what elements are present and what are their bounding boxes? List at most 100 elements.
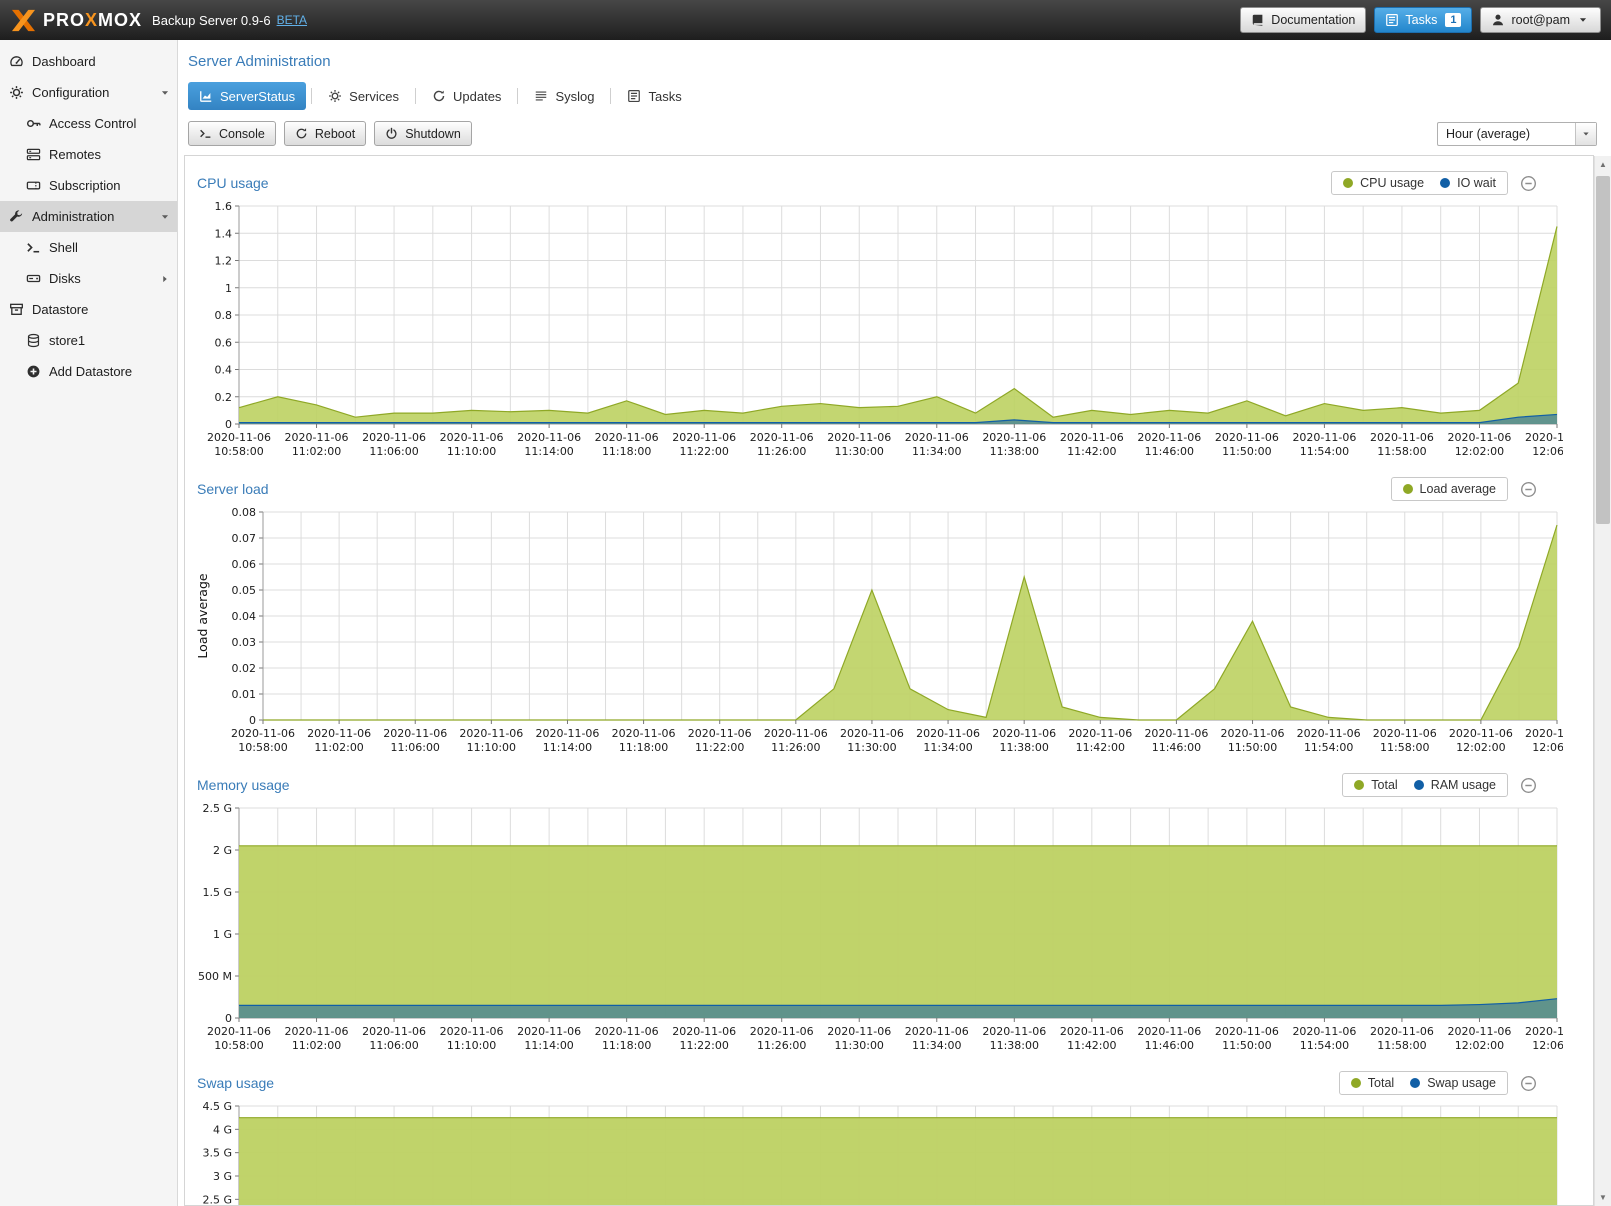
power-icon (385, 127, 398, 140)
svg-text:2020-11-06: 2020-11-06 (383, 727, 447, 740)
panel-title: CPU usage (197, 175, 269, 191)
svg-text:2020-11-06: 2020-11-06 (536, 727, 600, 740)
svg-text:0: 0 (225, 1012, 232, 1025)
svg-text:12:06:00: 12:06:00 (1532, 741, 1563, 754)
reboot-button[interactable]: Reboot (284, 121, 366, 146)
console-button[interactable]: Console (188, 121, 276, 146)
documentation-button[interactable]: Documentation (1240, 7, 1366, 33)
sidebar-item-label: Subscription (49, 178, 121, 193)
proxmox-mark-icon (10, 8, 37, 33)
sidebar-item-label: Dashboard (32, 54, 96, 69)
plus-circle-icon (26, 364, 41, 379)
scroll-down-button[interactable]: ▼ (1595, 1189, 1611, 1206)
tab-updates[interactable]: Updates (421, 82, 512, 110)
svg-text:11:14:00: 11:14:00 (524, 445, 573, 458)
legend-item-cpu-usage[interactable]: CPU usage (1343, 176, 1424, 190)
legend-dot (1440, 178, 1450, 188)
svg-text:11:06:00: 11:06:00 (391, 741, 440, 754)
sidebar-item-remotes[interactable]: Remotes (0, 139, 177, 170)
terminal-icon (199, 127, 212, 140)
svg-text:2020-11-06: 2020-11-06 (1370, 431, 1434, 444)
svg-text:11:50:00: 11:50:00 (1222, 445, 1271, 458)
legend-item-load-average[interactable]: Load average (1403, 482, 1496, 496)
svg-text:2020-11-06: 2020-11-06 (764, 727, 828, 740)
svg-text:11:34:00: 11:34:00 (923, 741, 972, 754)
sidebar-item-configuration[interactable]: Configuration (0, 77, 177, 108)
sidebar-item-datastore[interactable]: Datastore (0, 294, 177, 325)
svg-text:2020-11-06: 2020-11-06 (1525, 1025, 1563, 1038)
svg-text:11:22:00: 11:22:00 (679, 445, 728, 458)
chevron-down-icon[interactable] (158, 86, 172, 100)
chevron-down-icon[interactable] (158, 210, 172, 224)
user-menu-button[interactable]: root@pam (1480, 7, 1601, 33)
tab-syslog[interactable]: Syslog (523, 82, 605, 110)
svg-text:2020-11-06: 2020-11-06 (1525, 727, 1563, 740)
tasks-count-badge: 1 (1445, 13, 1461, 27)
legend-dot (1343, 178, 1353, 188)
legend-item-total[interactable]: Total (1351, 1076, 1394, 1090)
legend-item-ram-usage[interactable]: RAM usage (1414, 778, 1496, 792)
svg-text:2020-11-06: 2020-11-06 (827, 431, 891, 444)
svg-text:2020-11-06: 2020-11-06 (1215, 1025, 1279, 1038)
sidebar-item-add-datastore[interactable]: Add Datastore (0, 356, 177, 387)
tab-bar: ServerStatus Services Updates Syslog Tas… (178, 82, 1611, 110)
collapse-panel-button[interactable] (1520, 175, 1537, 192)
scroll-thumb[interactable] (1596, 176, 1610, 524)
chevron-down-icon (1580, 128, 1592, 140)
svg-text:2020-11-06: 2020-11-06 (750, 1025, 814, 1038)
shutdown-button[interactable]: Shutdown (374, 121, 472, 146)
sidebar-item-label: Configuration (32, 85, 109, 100)
svg-text:2020-11-06: 2020-11-06 (1370, 1025, 1434, 1038)
toolbar: Console Reboot Shutdown Hour (average) (178, 110, 1611, 155)
svg-text:11:34:00: 11:34:00 (912, 445, 961, 458)
combo-trigger[interactable] (1575, 123, 1596, 145)
sidebar-item-dashboard[interactable]: Dashboard (0, 46, 177, 77)
collapse-panel-button[interactable] (1520, 1075, 1537, 1092)
svg-text:2 G: 2 G (213, 844, 232, 857)
legend-item-swap-usage[interactable]: Swap usage (1410, 1076, 1496, 1090)
sidebar-item-store1[interactable]: store1 (0, 325, 177, 356)
svg-text:12:06:00: 12:06:00 (1532, 445, 1563, 458)
legend-dot (1354, 780, 1364, 790)
svg-text:2020-11-06: 2020-11-06 (1068, 727, 1132, 740)
beta-link[interactable]: BETA (277, 13, 307, 27)
swap-usage-panel: Swap usage Total Swap usage 0500 M1 G1.5… (193, 1068, 1585, 1206)
svg-text:2020-11-06: 2020-11-06 (1448, 1025, 1512, 1038)
svg-text:11:18:00: 11:18:00 (602, 445, 651, 458)
timerange-select[interactable]: Hour (average) (1437, 122, 1597, 146)
sidebar-item-administration[interactable]: Administration (0, 201, 177, 232)
sidebar-item-subscription[interactable]: Subscription (0, 170, 177, 201)
svg-text:2020-11-06: 2020-11-06 (1137, 431, 1201, 444)
svg-text:2020-11-06: 2020-11-06 (905, 1025, 969, 1038)
sidebar-item-access-control[interactable]: Access Control (0, 108, 177, 139)
chevron-down-icon (1576, 13, 1590, 27)
legend-item-io-wait[interactable]: IO wait (1440, 176, 1496, 190)
svg-text:2020-11-06: 2020-11-06 (207, 1025, 271, 1038)
collapse-panel-button[interactable] (1520, 777, 1537, 794)
proxmox-logo: PROXMOX (10, 8, 142, 33)
vertical-scrollbar[interactable]: ▲ ▼ (1594, 156, 1611, 1206)
tab-serverstatus[interactable]: ServerStatus (188, 82, 306, 110)
svg-text:2020-11-06: 2020-11-06 (1137, 1025, 1201, 1038)
svg-text:11:38:00: 11:38:00 (990, 1039, 1039, 1052)
tab-tasks[interactable]: Tasks (616, 82, 692, 110)
main-content: Server Administration ServerStatus Servi… (178, 40, 1611, 1206)
server-load-chart: 00.010.020.030.040.050.060.070.082020-11… (193, 504, 1563, 760)
svg-text:2020-11-06: 2020-11-06 (1448, 431, 1512, 444)
collapse-panel-button[interactable] (1520, 481, 1537, 498)
sidebar-item-label: Access Control (49, 116, 136, 131)
tab-services[interactable]: Services (317, 82, 410, 110)
panel-title: Memory usage (197, 777, 290, 793)
svg-text:2020-11-06: 2020-11-06 (285, 431, 349, 444)
legend-dot (1403, 484, 1413, 494)
svg-text:12:02:00: 12:02:00 (1455, 1039, 1504, 1052)
tasks-button[interactable]: Tasks 1 (1374, 7, 1472, 33)
sidebar-item-shell[interactable]: Shell (0, 232, 177, 263)
chart-legend: CPU usage IO wait (1331, 171, 1508, 195)
book-icon (1251, 13, 1265, 27)
sidebar-item-disks[interactable]: Disks (0, 263, 177, 294)
chevron-right-icon[interactable] (158, 272, 172, 286)
scroll-up-button[interactable]: ▲ (1595, 156, 1611, 173)
legend-item-total[interactable]: Total (1354, 778, 1397, 792)
svg-text:0: 0 (249, 714, 256, 727)
